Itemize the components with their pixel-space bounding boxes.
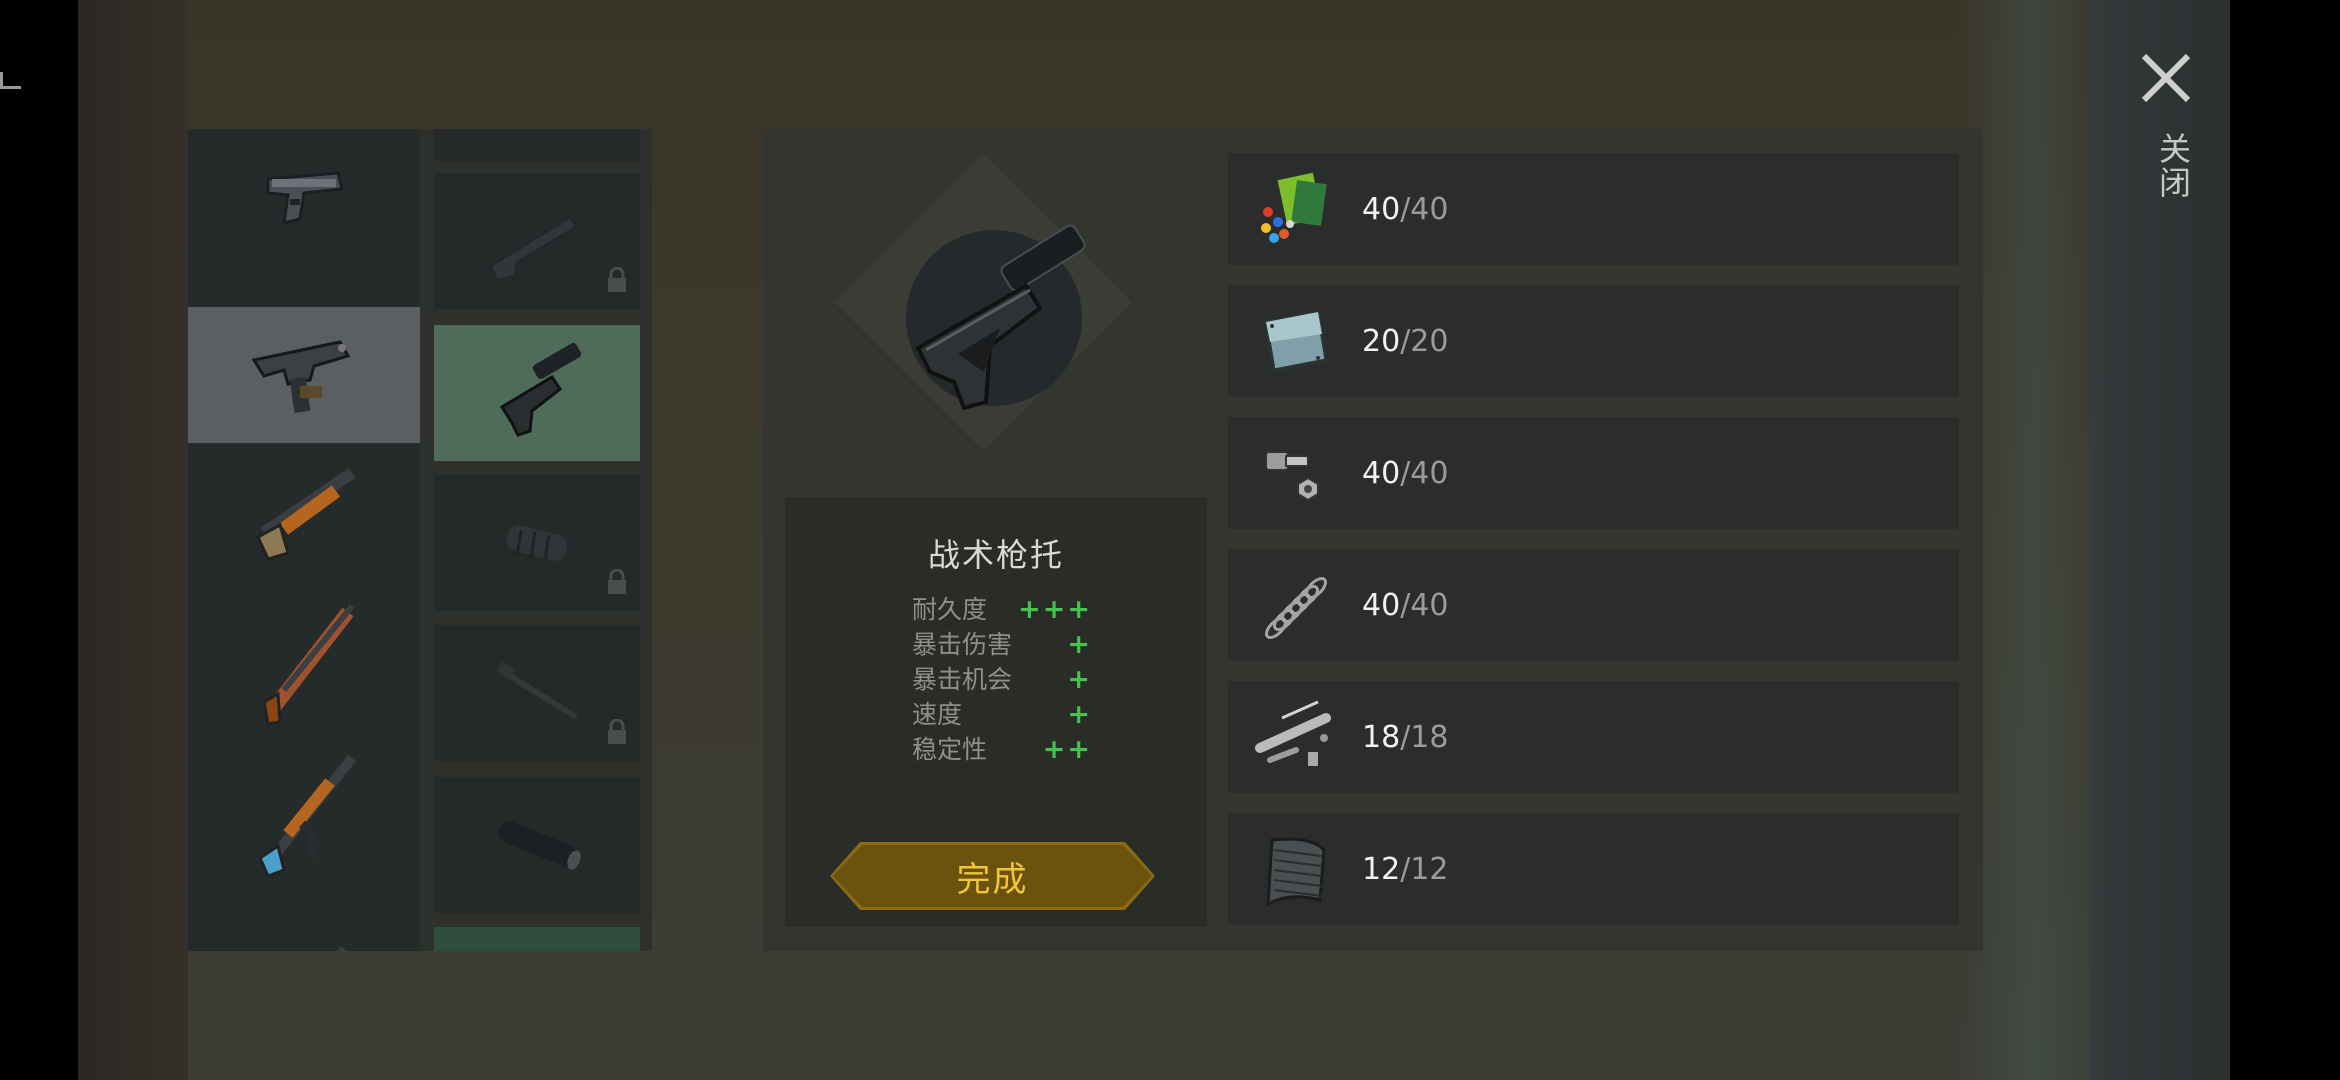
stat-row: 耐久度 +++ — [912, 592, 1092, 627]
stat-row: 速度 + — [912, 697, 1092, 732]
grip-icon — [506, 525, 568, 562]
ak-rifle-icon — [258, 754, 356, 878]
material-row: 12/12 — [1228, 813, 1959, 925]
folding-stock-icon — [489, 216, 579, 282]
rod-icon — [496, 661, 578, 720]
gun-parts-icon — [1252, 694, 1338, 780]
metal-plate-icon — [1252, 298, 1338, 384]
shotgun-icon — [256, 468, 356, 561]
rifle-icon — [262, 604, 355, 726]
stat-row: 暴击机会 + — [912, 662, 1092, 697]
lock-icon — [606, 718, 628, 749]
close-icon[interactable] — [2136, 48, 2196, 108]
done-button[interactable]: 完成 — [830, 842, 1155, 910]
done-button-face: 完成 — [833, 845, 1152, 907]
attachment-slot-folding-stock[interactable] — [434, 173, 640, 309]
stat-value: + — [1067, 699, 1092, 730]
weapon-item-ak[interactable] — [188, 745, 420, 881]
attachment-slot-silencer[interactable] — [434, 777, 640, 913]
tactical-stock-icon — [499, 343, 582, 437]
silencer-icon — [498, 821, 581, 870]
weapon-item-shotgun[interactable] — [188, 445, 420, 581]
material-count: 20/20 — [1362, 323, 1449, 359]
spring-icon — [1252, 562, 1338, 648]
attachment-slot-tactical-stock[interactable] — [434, 325, 640, 461]
pistol-icon — [266, 171, 344, 225]
bolt-nut-icon — [1252, 430, 1338, 516]
stat-value: + — [1067, 664, 1092, 695]
material-row: 40/40 — [1228, 549, 1959, 661]
tactical-stock-icon — [915, 224, 1086, 411]
material-count: 40/40 — [1362, 587, 1449, 623]
item-stats: 耐久度 +++ 暴击伤害 + 暴击机会 + 速度 + 稳定性 ++ — [912, 592, 1092, 767]
stat-label: 暴击机会 — [912, 665, 1013, 694]
material-row: 18/18 — [1228, 681, 1959, 793]
colorful-parts-icon — [1252, 166, 1338, 252]
lock-icon — [606, 266, 628, 297]
close-label[interactable]: 关闭 — [2150, 132, 2196, 200]
gun-icon — [337, 946, 347, 951]
weapon-item-pistol[interactable] — [188, 131, 420, 267]
attachment-slot-grip[interactable] — [434, 475, 640, 611]
lock-icon — [606, 568, 628, 599]
attachment-slot-partial[interactable] — [434, 927, 640, 951]
material-row: 40/40 — [1228, 417, 1959, 529]
stat-row: 暴击伤害 + — [912, 627, 1092, 662]
attachment-slot-top[interactable] — [434, 129, 640, 161]
stat-row: 稳定性 ++ — [912, 732, 1092, 767]
uzi-icon — [251, 340, 351, 413]
stat-label: 速度 — [912, 700, 963, 729]
material-count: 12/12 — [1362, 851, 1449, 887]
edge-marker — [0, 72, 21, 89]
material-row: 20/20 — [1228, 285, 1959, 397]
stat-value: + — [1067, 629, 1092, 660]
done-button-label: 完成 — [956, 860, 1029, 899]
material-count: 40/40 — [1362, 455, 1449, 491]
attachment-slot-rod[interactable] — [434, 625, 640, 761]
weapon-item-partial[interactable] — [188, 899, 420, 951]
mesh-sheet-icon — [1252, 826, 1338, 912]
selection-pointer — [400, 360, 422, 400]
stat-value: +++ — [1018, 594, 1092, 625]
stat-label: 暴击伤害 — [912, 630, 1013, 659]
item-title: 战术枪托 — [927, 536, 1064, 574]
material-count: 18/18 — [1362, 719, 1449, 755]
attachment-list[interactable] — [420, 129, 652, 951]
weapon-item-uzi[interactable] — [188, 307, 420, 443]
weapon-item-rifle[interactable] — [188, 595, 420, 731]
stat-label: 稳定性 — [912, 735, 988, 764]
left-backdrop — [78, 0, 188, 1080]
material-count: 40/40 — [1362, 191, 1449, 227]
material-row: 40/40 — [1228, 153, 1959, 265]
stat-value: ++ — [1042, 734, 1092, 765]
stat-label: 耐久度 — [912, 595, 988, 624]
weapon-list[interactable] — [188, 129, 420, 951]
